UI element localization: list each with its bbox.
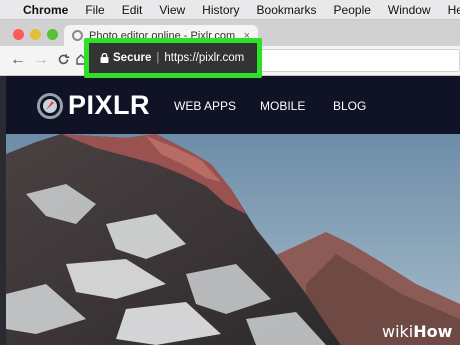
menu-view[interactable]: View bbox=[159, 3, 185, 17]
menu-window[interactable]: Window bbox=[388, 3, 431, 17]
address-separator: | bbox=[156, 52, 160, 64]
secure-label: Secure bbox=[113, 52, 152, 64]
pixlr-logo-icon[interactable] bbox=[37, 93, 63, 119]
menu-bookmarks[interactable]: Bookmarks bbox=[257, 3, 317, 17]
menu-edit[interactable]: Edit bbox=[122, 3, 143, 17]
lock-icon bbox=[100, 53, 109, 63]
close-window-icon[interactable] bbox=[13, 29, 24, 40]
menu-file[interactable]: File bbox=[85, 3, 104, 17]
brand-name[interactable]: PIXLR bbox=[68, 90, 150, 121]
back-arrow-icon[interactable]: ← bbox=[10, 51, 26, 69]
nav-web-apps[interactable]: WEB APPS bbox=[174, 99, 236, 113]
reload-icon[interactable] bbox=[57, 53, 70, 66]
nav-blog[interactable]: BLOG bbox=[333, 99, 366, 113]
watermark-prefix: wiki bbox=[382, 322, 414, 341]
menu-people[interactable]: People bbox=[334, 3, 371, 17]
maximize-window-icon[interactable] bbox=[47, 29, 58, 40]
watermark-suffix: How bbox=[413, 322, 453, 341]
menu-help[interactable]: Help bbox=[448, 3, 460, 17]
forward-arrow-icon[interactable]: → bbox=[33, 51, 49, 69]
url-text[interactable]: https://pixlr.com bbox=[164, 52, 244, 64]
nav-mobile[interactable]: MOBILE bbox=[260, 99, 305, 113]
menu-bar: Chrome File Edit View History Bookmarks … bbox=[0, 0, 460, 20]
minimize-window-icon[interactable] bbox=[30, 29, 41, 40]
menu-history[interactable]: History bbox=[202, 3, 239, 17]
tab-favicon-icon bbox=[72, 30, 83, 41]
menu-chrome[interactable]: Chrome bbox=[23, 3, 68, 17]
address-bar-highlight[interactable]: Secure | https://pixlr.com bbox=[84, 38, 262, 78]
wikihow-watermark: wikiHow bbox=[382, 322, 452, 341]
hero-mountain-image bbox=[6, 134, 460, 345]
